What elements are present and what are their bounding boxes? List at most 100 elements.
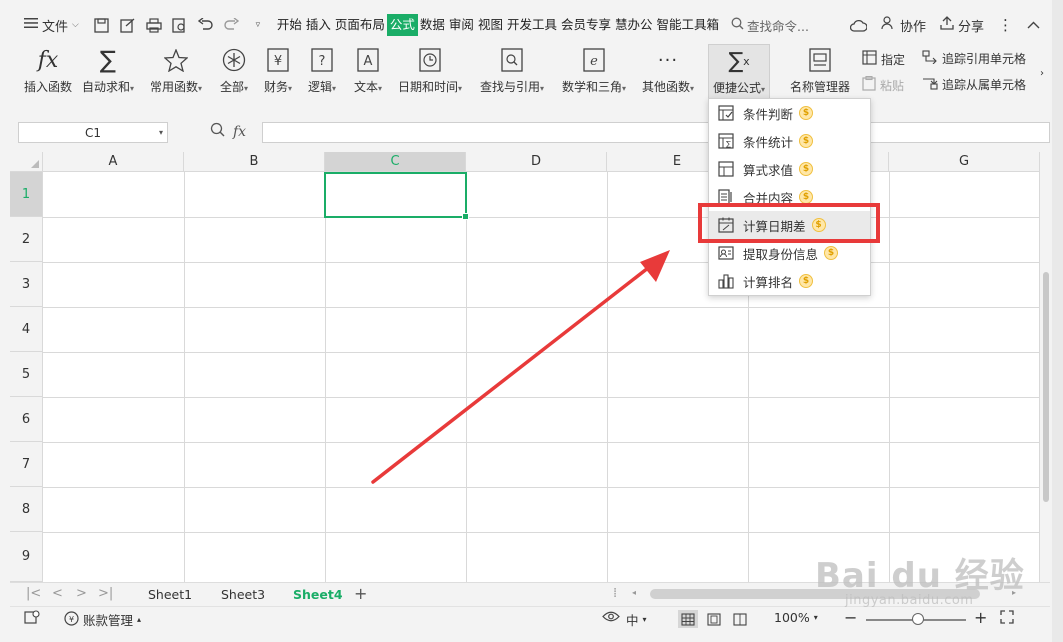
more-options-icon[interactable]: ⋮ xyxy=(998,16,1013,34)
sheet-tab-1[interactable]: Sheet1 xyxy=(148,587,192,602)
autosum-button[interactable]: ∑ 自动求和▾ xyxy=(82,46,134,95)
menu-item-condition[interactable]: 条件判断 $ xyxy=(709,99,870,127)
sheet-tab-3[interactable]: Sheet3 xyxy=(221,587,265,602)
menu-item-condition-stats[interactable]: ∑ 条件统计 $ xyxy=(709,127,870,155)
fullscreen-icon[interactable] xyxy=(1000,610,1014,624)
row-header-9[interactable]: 9 xyxy=(10,532,43,582)
row-header-7[interactable]: 7 xyxy=(10,442,43,487)
row-header-2[interactable]: 2 xyxy=(10,217,43,262)
tab-review[interactable]: 审阅 xyxy=(447,14,476,36)
column-header-d[interactable]: D xyxy=(466,152,607,172)
cloud-sync-icon[interactable] xyxy=(849,19,867,32)
menu-item-ranking[interactable]: 计算排名 $ xyxy=(709,267,870,295)
menu-item-extract-id[interactable]: 提取身份信息 $ xyxy=(709,239,870,267)
formula-input[interactable] xyxy=(262,122,1050,143)
row-header-8[interactable]: 8 xyxy=(10,487,43,532)
redo-icon[interactable] xyxy=(221,14,243,36)
next-sheet-icon[interactable]: > xyxy=(76,586,87,601)
scrollbar-thumb[interactable] xyxy=(1043,272,1049,502)
all-functions-button[interactable]: 全部▾ xyxy=(220,46,248,95)
name-box[interactable]: C1 ▾ xyxy=(18,122,168,143)
lookup-reference-button[interactable]: 查找与引用▾ xyxy=(480,46,544,95)
macro-icon[interactable] xyxy=(24,610,40,625)
file-menu-button[interactable]: 文件 ⌵ xyxy=(10,13,85,37)
tab-smart-toolbox[interactable]: 智能工具箱 xyxy=(655,14,722,36)
normal-view-icon[interactable] xyxy=(678,610,698,628)
zoom-out-icon[interactable]: − xyxy=(844,608,857,627)
trace-dependents-button[interactable]: 追踪从属单元格 xyxy=(922,76,1026,93)
print-icon[interactable] xyxy=(143,14,165,36)
menu-item-label: 条件判断 xyxy=(743,106,794,122)
row-header-5[interactable]: 5 xyxy=(10,352,43,397)
common-functions-button[interactable]: 常用函数▾ xyxy=(150,46,202,95)
datetime-button[interactable]: 日期和时间▾ xyxy=(398,46,462,95)
paste-names-button[interactable]: 粘贴 xyxy=(862,75,904,94)
page-break-view-icon[interactable] xyxy=(730,610,750,628)
formula-bar: C1 ▾ fx xyxy=(10,116,1050,148)
specify-label: 指定 xyxy=(881,52,906,67)
collaborate-button[interactable]: 协作 xyxy=(881,16,926,35)
other-functions-button[interactable]: ··· 其他函数▾ xyxy=(642,46,694,95)
tab-view[interactable]: 视图 xyxy=(476,14,505,36)
last-sheet-icon[interactable]: >| xyxy=(98,586,113,601)
ribbon-scroll-right-icon[interactable]: › xyxy=(1040,68,1044,79)
selected-cell-c1[interactable] xyxy=(324,172,469,220)
first-sheet-icon[interactable]: |< xyxy=(26,586,41,601)
scroll-left-icon[interactable]: ◂ xyxy=(632,588,636,597)
account-management-button[interactable]: ¥ 账款管理 ▴ xyxy=(64,610,141,629)
row-header-3[interactable]: 3 xyxy=(10,262,43,307)
tab-insert[interactable]: 插入 xyxy=(304,14,333,36)
quick-formula-button[interactable]: ∑ x 便捷公式▾ xyxy=(708,44,771,101)
prev-sheet-icon[interactable]: < xyxy=(52,586,63,601)
fx-button[interactable]: fx xyxy=(233,124,246,140)
customize-dropdown-icon[interactable]: ▿ xyxy=(247,14,269,36)
eye-protection-icon[interactable] xyxy=(602,610,620,623)
zoom-in-icon[interactable]: + xyxy=(974,608,987,627)
splitter-icon[interactable]: ⁞ xyxy=(613,586,617,601)
tab-developer[interactable]: 开发工具 xyxy=(505,14,559,36)
tab-hui-office[interactable]: 慧办公 xyxy=(613,14,655,36)
column-header-b[interactable]: B xyxy=(184,152,325,172)
column-header-a[interactable]: A xyxy=(43,152,184,172)
collapse-ribbon-icon[interactable] xyxy=(1027,21,1040,29)
page-layout-view-icon[interactable] xyxy=(704,610,724,628)
zoom-slider-knob[interactable] xyxy=(912,613,924,625)
trace-precedents-button[interactable]: 追踪引用单元格 xyxy=(922,50,1026,67)
tab-page-layout[interactable]: 页面布局 xyxy=(333,14,387,36)
specify-button[interactable]: 指定 xyxy=(862,50,905,68)
undo-icon[interactable] xyxy=(195,14,217,36)
math-trig-button[interactable]: e 数学和三角▾ xyxy=(562,46,626,95)
vertical-scrollbar[interactable] xyxy=(1040,152,1052,582)
formulas-ribbon: fx 插入函数 ∑ 自动求和▾ 常用函数▾ 全部▾ ¥ 财务▾ ? 逻辑▾ A … xyxy=(10,40,1050,102)
tab-home[interactable]: 开始 xyxy=(275,14,304,36)
account-management-label: 账款管理 xyxy=(83,613,134,628)
input-method-icon[interactable]: 中 ▾ xyxy=(626,610,647,629)
zoom-search-icon[interactable] xyxy=(210,122,225,141)
share-button[interactable]: 分享 xyxy=(940,16,984,35)
print-preview-icon[interactable] xyxy=(169,14,191,36)
menu-item-label: 提取身份信息 xyxy=(743,246,819,262)
tab-member[interactable]: 会员专享 xyxy=(559,14,613,36)
grid-line xyxy=(325,172,326,582)
column-header-g[interactable]: G xyxy=(889,152,1040,172)
row-header-4[interactable]: 4 xyxy=(10,307,43,352)
finance-button[interactable]: ¥ 财务▾ xyxy=(264,46,292,95)
menu-item-calc-eval[interactable]: 算式求值 $ xyxy=(709,155,870,183)
tab-data[interactable]: 数据 xyxy=(418,14,447,36)
tab-formulas[interactable]: 公式 xyxy=(386,14,418,36)
insert-function-button[interactable]: fx 插入函数 xyxy=(24,46,72,95)
zoom-level-dropdown[interactable]: 100% ▾ xyxy=(774,610,818,625)
sheet-tab-4[interactable]: Sheet4 xyxy=(293,587,343,602)
export-icon[interactable] xyxy=(117,14,139,36)
command-search[interactable]: 查找命令... xyxy=(731,16,809,35)
save-icon[interactable] xyxy=(91,14,113,36)
column-header-c[interactable]: C xyxy=(325,152,466,172)
select-all-corner[interactable] xyxy=(10,152,43,172)
text-functions-label: 文本▾ xyxy=(354,80,383,94)
text-functions-button[interactable]: A 文本▾ xyxy=(354,46,382,95)
row-header-1[interactable]: 1 xyxy=(10,172,43,217)
row-header-6[interactable]: 6 xyxy=(10,397,43,442)
logic-button[interactable]: ? 逻辑▾ xyxy=(308,46,336,95)
name-manager-button[interactable]: 名称管理器 xyxy=(790,46,850,95)
add-sheet-icon[interactable]: + xyxy=(354,584,367,603)
